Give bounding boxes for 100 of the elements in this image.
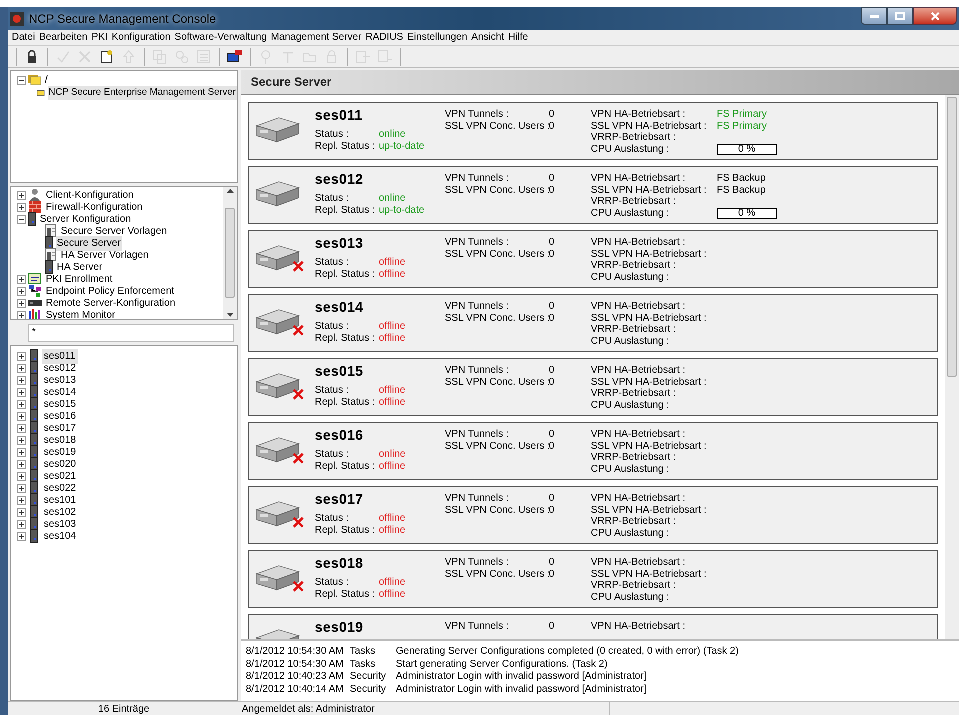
tree-item[interactable]: Endpoint Policy Enforcement: [44, 284, 174, 298]
expand-icon[interactable]: [17, 190, 26, 200]
server-list-item[interactable]: ses101: [42, 492, 78, 508]
metric-value: 0: [549, 237, 555, 248]
expand-icon[interactable]: [17, 508, 26, 516]
metric-label: SSL VPN Conc. Users :: [445, 504, 549, 516]
scroll-thumb[interactable]: [225, 208, 235, 298]
server-list-item[interactable]: ses022: [42, 480, 78, 496]
server-list-item[interactable]: ses013: [42, 372, 78, 388]
field-label: Repl. Status :: [315, 460, 376, 472]
menu-item[interactable]: Ansicht: [470, 30, 506, 45]
expand-icon[interactable]: [17, 364, 26, 372]
cpu-label: CPU Auslastung :: [591, 528, 670, 539]
scroll-thumb[interactable]: [947, 97, 957, 377]
log-time: 8/1/2012 10:54:30 AM: [246, 646, 345, 658]
menu-item[interactable]: PKI: [90, 30, 110, 45]
expand-icon[interactable]: [17, 310, 26, 319]
expand-icon[interactable]: [17, 448, 26, 456]
template-icon: [45, 248, 57, 262]
expand-icon[interactable]: [17, 532, 26, 540]
minimize-button[interactable]: [861, 7, 887, 25]
expand-icon[interactable]: [17, 436, 26, 444]
metric-label: SSL VPN Conc. Users :: [445, 440, 549, 452]
server-list-item[interactable]: ses015: [42, 396, 78, 412]
tree-item[interactable]: /: [44, 72, 50, 88]
ha-label: SSL VPN HA-Betriebsart :: [591, 376, 708, 388]
server-list-item[interactable]: ses020: [42, 456, 78, 472]
menu-item[interactable]: Konfiguration: [110, 30, 173, 45]
menu-item[interactable]: RADIUS: [364, 30, 406, 45]
server-list-item[interactable]: ses018: [42, 432, 78, 448]
toolbar-button[interactable]: [226, 48, 244, 66]
expand-icon[interactable]: [17, 274, 26, 284]
tree-item[interactable]: Firewall-Konfiguration: [44, 200, 143, 214]
menu-item[interactable]: Management Server: [269, 30, 364, 45]
filter-field[interactable]: *: [28, 324, 234, 342]
collapse-icon[interactable]: [17, 214, 26, 224]
metric-label: VPN Tunnels :: [445, 301, 510, 312]
expand-icon[interactable]: [17, 460, 26, 468]
maximize-button[interactable]: [887, 7, 913, 25]
expand-icon[interactable]: [17, 388, 26, 396]
field-label: Status :: [315, 449, 350, 460]
status-value: offline: [379, 396, 406, 408]
tree-item[interactable]: HA Server Vorlagen: [60, 248, 150, 262]
metric-value: 0: [549, 312, 555, 324]
tree-item[interactable]: Secure Server: [56, 236, 122, 250]
field-label: Repl. Status :: [315, 396, 376, 408]
server-list-item[interactable]: ses102: [42, 504, 78, 520]
server-list-item[interactable]: ses103: [42, 516, 78, 532]
expand-icon[interactable]: [17, 202, 26, 212]
expand-icon[interactable]: [17, 352, 26, 360]
menu-item[interactable]: Datei: [10, 30, 38, 45]
server-list-item[interactable]: ses017: [42, 420, 78, 436]
metric-label: VPN Tunnels :: [445, 365, 510, 376]
server-list-item[interactable]: ses014: [42, 384, 78, 400]
tree-item[interactable]: HA Server: [56, 260, 104, 274]
tree-item[interactable]: Server Konfiguration: [38, 212, 132, 226]
menu-item[interactable]: Bearbeiten: [37, 30, 90, 45]
expand-icon[interactable]: [17, 472, 26, 480]
expand-icon[interactable]: [17, 298, 26, 308]
expand-icon[interactable]: [17, 400, 26, 408]
menu-item[interactable]: Hilfe: [506, 30, 530, 45]
server-list-item[interactable]: ses019: [42, 444, 78, 460]
tree-item[interactable]: PKI Enrollment: [44, 272, 113, 286]
server-list-item[interactable]: ses104: [42, 528, 78, 544]
brick-wall-icon: [28, 200, 42, 214]
tree-item[interactable]: Client-Konfiguration: [44, 188, 134, 202]
expand-icon[interactable]: [17, 376, 26, 384]
field-label: Status :: [315, 385, 350, 396]
export-icon: [355, 48, 371, 64]
expand-icon[interactable]: [17, 520, 26, 528]
expand-icon[interactable]: [17, 424, 26, 432]
gears-icon: [174, 48, 190, 64]
ha-label: SSL VPN HA-Betriebsart :: [591, 568, 708, 580]
expand-icon[interactable]: [17, 286, 26, 296]
metric-value: 0: [549, 557, 555, 568]
ha-label: VPN HA-Betriebsart :: [591, 173, 686, 184]
menu-item[interactable]: Einstellungen: [405, 30, 470, 45]
ha-label: VRRP-Betriebsart :: [591, 132, 678, 144]
close-button[interactable]: [913, 7, 957, 25]
tree-item[interactable]: Secure Server Vorlagen: [60, 224, 168, 238]
expand-icon[interactable]: [17, 484, 26, 492]
status-value: offline: [379, 321, 406, 332]
metric-value: 0: [549, 621, 555, 632]
server-name: ses016: [315, 426, 365, 444]
expand-icon[interactable]: [17, 412, 26, 420]
tree-item[interactable]: Remote Server-Konfiguration: [44, 296, 176, 310]
ha-label: VRRP-Betriebsart :: [591, 580, 678, 592]
metric-label: VPN Tunnels :: [445, 237, 510, 248]
tower-icon: [45, 260, 53, 274]
collapse-icon[interactable]: [17, 76, 26, 84]
server-list-item[interactable]: ses011: [42, 348, 78, 364]
server-list-item[interactable]: ses021: [42, 468, 78, 484]
tower-icon: [45, 236, 53, 250]
server-list-item[interactable]: ses016: [42, 408, 78, 424]
cpu-label: CPU Auslastung :: [591, 336, 670, 347]
server-list-item[interactable]: ses012: [42, 360, 78, 376]
menu-item[interactable]: Software-Verwaltung: [172, 30, 270, 45]
expand-icon[interactable]: [17, 496, 26, 504]
tree-item[interactable]: NCP Secure Enterprise Management Server: [48, 86, 237, 100]
metric-label: SSL VPN Conc. Users :: [445, 568, 549, 580]
